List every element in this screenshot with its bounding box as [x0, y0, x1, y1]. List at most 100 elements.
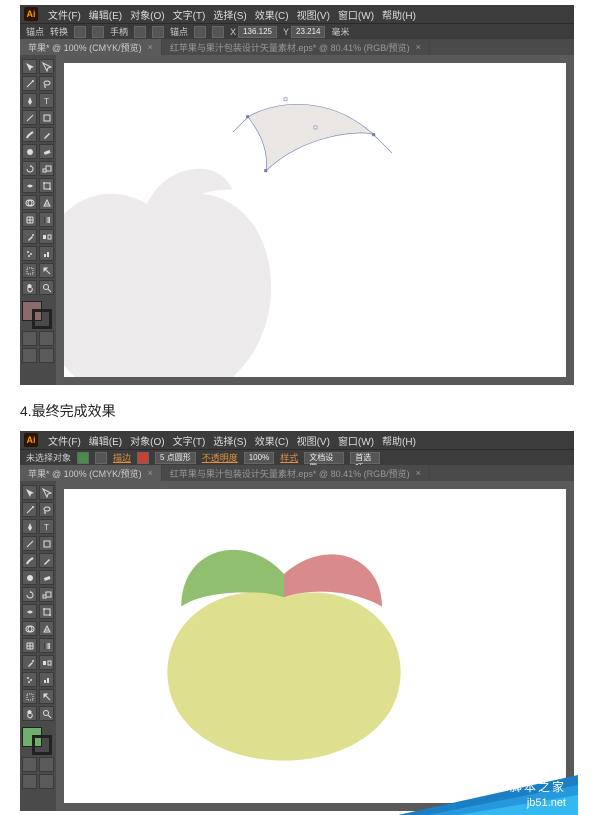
menu-select[interactable]: 选择(S)	[213, 433, 246, 448]
line-tool[interactable]	[22, 536, 37, 551]
rectangle-tool[interactable]	[39, 536, 54, 551]
color-swatch[interactable]	[22, 727, 54, 755]
direct-select-tool[interactable]	[39, 485, 54, 500]
width-tool[interactable]	[22, 604, 37, 619]
menu-object[interactable]: 对象(O)	[130, 433, 164, 448]
doc-tab-active[interactable]: 苹果* @ 100% (CMYK/预览)×	[20, 39, 162, 55]
menu-file[interactable]: 文件(F)	[48, 433, 81, 448]
menu-help[interactable]: 帮助(H)	[382, 433, 416, 448]
eraser-tool[interactable]	[39, 144, 54, 159]
stroke-value[interactable]: 5 点圆形	[155, 452, 196, 464]
magic-wand-tool[interactable]	[22, 502, 37, 517]
close-icon[interactable]: ×	[148, 42, 153, 52]
type-tool[interactable]: T	[39, 93, 54, 108]
rectangle-tool[interactable]	[39, 110, 54, 125]
shape-builder-tool[interactable]	[22, 195, 37, 210]
menu-edit[interactable]: 编辑(E)	[89, 7, 122, 22]
blend-tool[interactable]	[39, 229, 54, 244]
menu-type[interactable]: 文字(T)	[173, 7, 206, 22]
menu-help[interactable]: 帮助(H)	[382, 7, 416, 22]
menu-window[interactable]: 窗口(W)	[338, 433, 374, 448]
mode-toggle[interactable]	[39, 774, 54, 789]
handle-icon-2[interactable]	[152, 26, 164, 38]
direct-select-tool[interactable]	[39, 59, 54, 74]
y-value[interactable]: 23.214	[291, 26, 325, 38]
mode-toggle[interactable]	[22, 774, 37, 789]
anchor-cut-icon[interactable]	[212, 26, 224, 38]
close-icon[interactable]: ×	[416, 42, 421, 52]
brush-tool[interactable]	[22, 127, 37, 142]
eyedropper-tool[interactable]	[22, 229, 37, 244]
hand-tool[interactable]	[22, 280, 37, 295]
menu-window[interactable]: 窗口(W)	[338, 7, 374, 22]
perspective-tool[interactable]	[39, 621, 54, 636]
stroke-swatch[interactable]	[95, 452, 107, 464]
menu-type[interactable]: 文字(T)	[173, 433, 206, 448]
mode-toggle[interactable]	[22, 331, 37, 346]
x-value[interactable]: 136.125	[238, 26, 277, 38]
gradient-tool[interactable]	[39, 212, 54, 227]
artboard-tool[interactable]	[22, 263, 37, 278]
select-tool[interactable]	[22, 59, 37, 74]
scale-tool[interactable]	[39, 587, 54, 602]
artboard-tool[interactable]	[22, 689, 37, 704]
pen-tool[interactable]	[22, 93, 37, 108]
leaf-path[interactable]	[214, 93, 474, 273]
menu-file[interactable]: 文件(F)	[48, 7, 81, 22]
type-tool[interactable]: T	[39, 519, 54, 534]
menu-object[interactable]: 对象(O)	[130, 7, 164, 22]
symbol-spray-tool[interactable]	[22, 672, 37, 687]
blob-tool[interactable]	[22, 144, 37, 159]
pencil-tool[interactable]	[39, 553, 54, 568]
shape-builder-tool[interactable]	[22, 621, 37, 636]
menu-view[interactable]: 视图(V)	[297, 7, 330, 22]
doc-setup-button[interactable]: 文档设置	[304, 452, 344, 464]
prefs-button[interactable]: 首选项	[350, 452, 380, 464]
artboard[interactable]	[64, 63, 566, 377]
pen-tool[interactable]	[22, 519, 37, 534]
slice-tool[interactable]	[39, 689, 54, 704]
menu-view[interactable]: 视图(V)	[297, 433, 330, 448]
close-icon[interactable]: ×	[148, 468, 153, 478]
slice-tool[interactable]	[39, 263, 54, 278]
anchor-remove-icon[interactable]	[194, 26, 206, 38]
mode-toggle[interactable]	[22, 757, 37, 772]
blob-tool[interactable]	[22, 570, 37, 585]
hand-tool[interactable]	[22, 706, 37, 721]
y-field[interactable]: Y 23.214	[283, 26, 325, 38]
select-tool[interactable]	[22, 485, 37, 500]
lasso-tool[interactable]	[39, 76, 54, 91]
mesh-tool[interactable]	[22, 212, 37, 227]
brush-preview[interactable]	[137, 452, 149, 464]
stroke-label[interactable]: 描边	[113, 451, 131, 464]
handle-icon[interactable]	[134, 26, 146, 38]
perspective-tool[interactable]	[39, 195, 54, 210]
eyedropper-tool[interactable]	[22, 655, 37, 670]
pencil-tool[interactable]	[39, 127, 54, 142]
graph-tool[interactable]	[39, 246, 54, 261]
doc-tab-inactive[interactable]: 红苹果与果汁包装设计矢量素材.eps* @ 80.41% (RGB/预览)×	[162, 465, 430, 481]
zoom-tool[interactable]	[39, 280, 54, 295]
free-transform-tool[interactable]	[39, 604, 54, 619]
convert-corner-icon[interactable]	[74, 26, 86, 38]
menu-effect[interactable]: 效果(C)	[255, 433, 289, 448]
scale-tool[interactable]	[39, 161, 54, 176]
opacity-label[interactable]: 不透明度	[202, 451, 238, 464]
menu-effect[interactable]: 效果(C)	[255, 7, 289, 22]
convert-smooth-icon[interactable]	[92, 26, 104, 38]
mode-toggle[interactable]	[22, 348, 37, 363]
opacity-value[interactable]: 100%	[244, 452, 274, 464]
color-swatch[interactable]	[22, 301, 54, 329]
free-transform-tool[interactable]	[39, 178, 54, 193]
symbol-spray-tool[interactable]	[22, 246, 37, 261]
x-field[interactable]: X 136.125	[230, 26, 277, 38]
fill-swatch[interactable]	[77, 452, 89, 464]
lasso-tool[interactable]	[39, 502, 54, 517]
doc-tab-active[interactable]: 苹果* @ 100% (CMYK/预览)×	[20, 465, 162, 481]
doc-tab-inactive[interactable]: 红苹果与果汁包装设计矢量素材.eps* @ 80.41% (RGB/预览)×	[162, 39, 430, 55]
brush-tool[interactable]	[22, 553, 37, 568]
line-tool[interactable]	[22, 110, 37, 125]
rotate-tool[interactable]	[22, 587, 37, 602]
menu-edit[interactable]: 编辑(E)	[89, 433, 122, 448]
menu-select[interactable]: 选择(S)	[213, 7, 246, 22]
